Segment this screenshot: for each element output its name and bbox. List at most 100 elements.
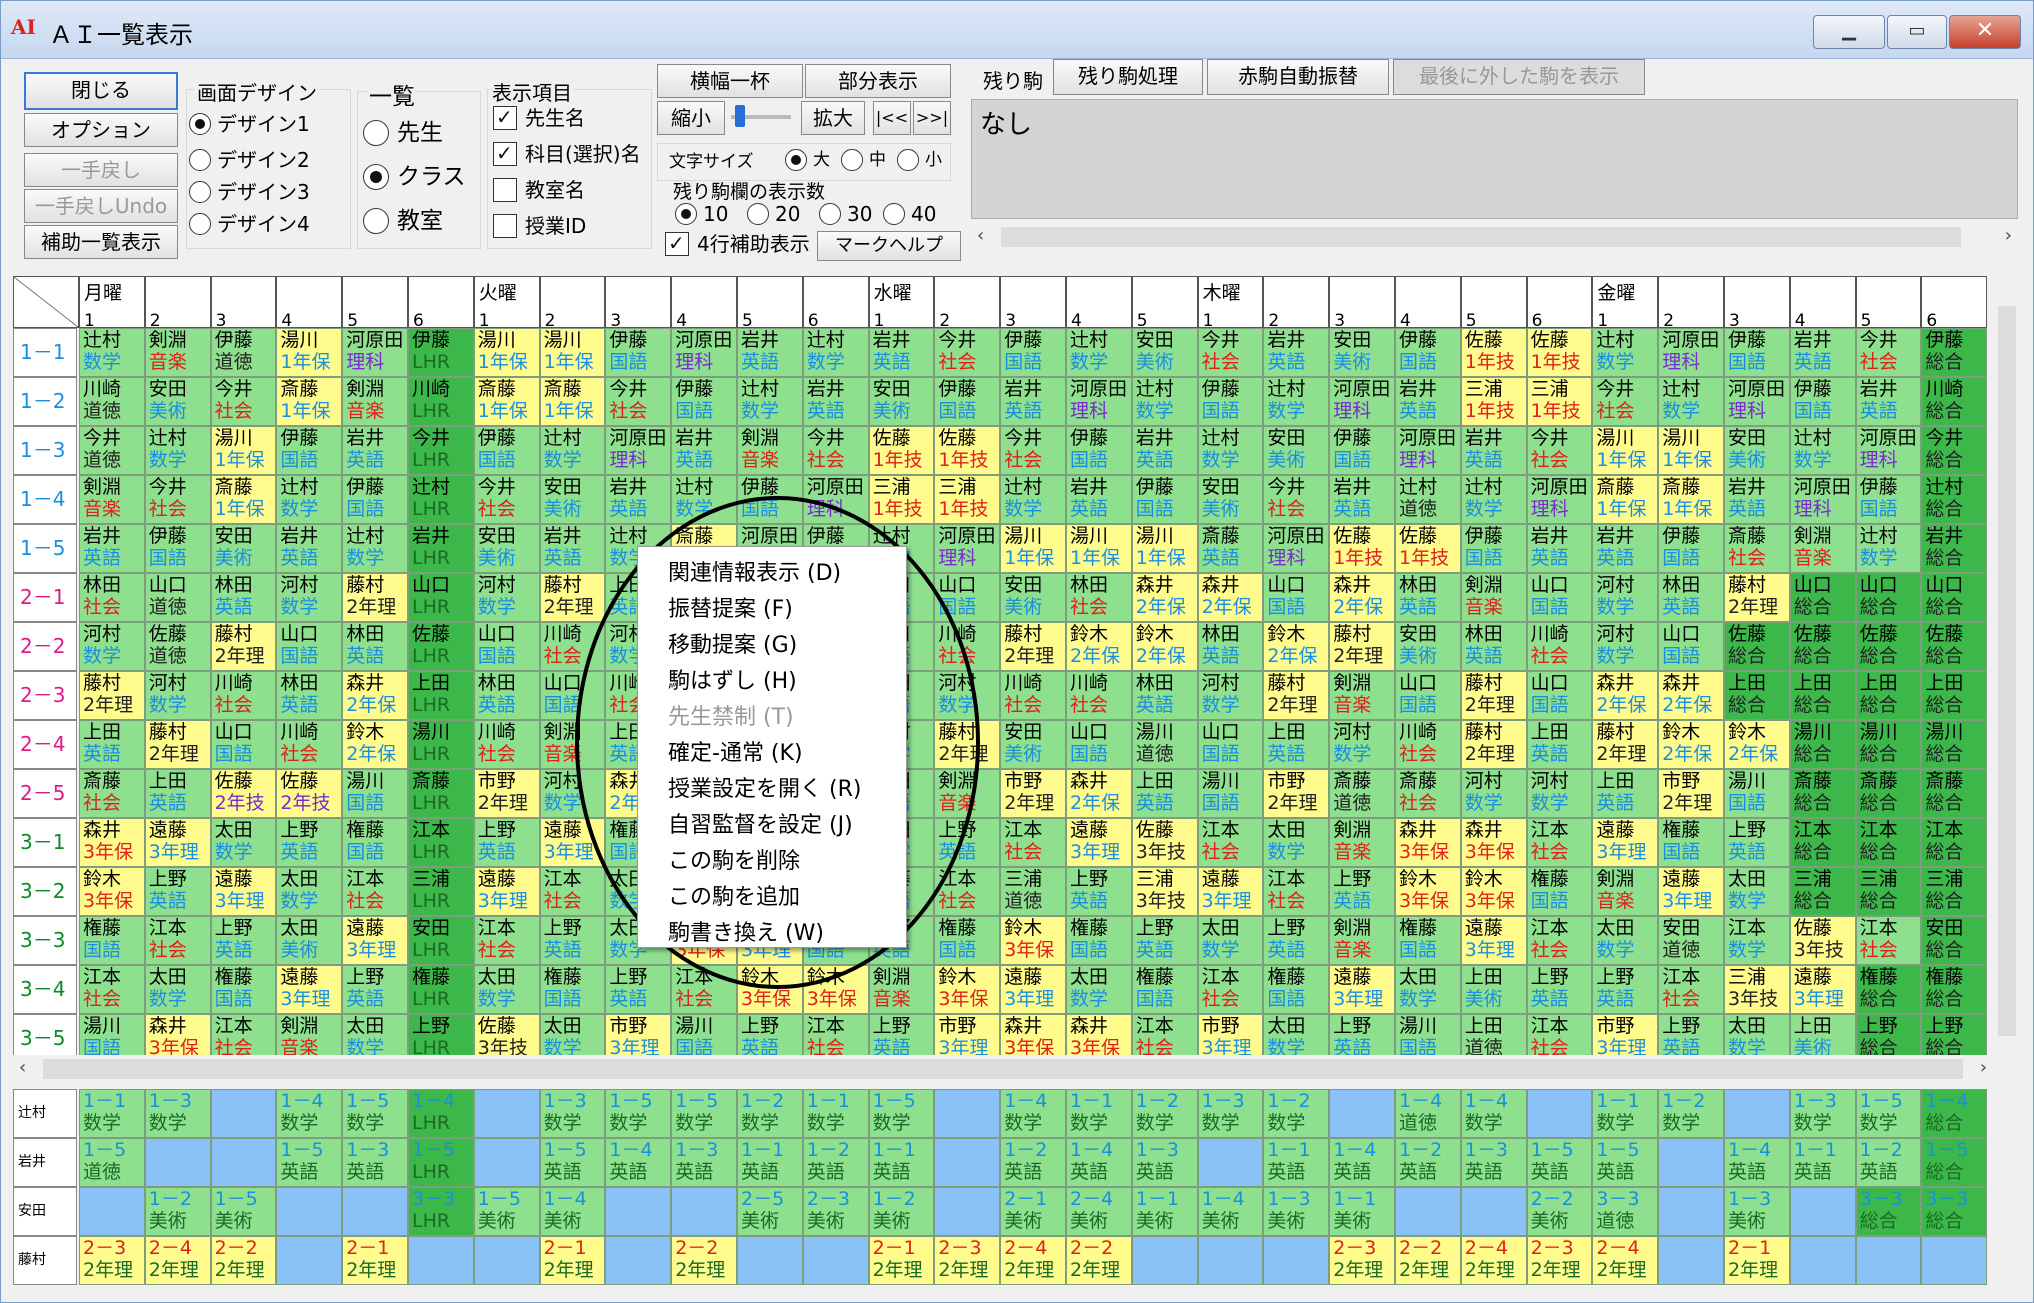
aux-cell[interactable]: 2－1 2年理: [1724, 1236, 1790, 1285]
timetable-cell[interactable]: 江本社会: [1197, 818, 1264, 867]
timetable-cell[interactable]: 斎藤 総合: [1921, 769, 1988, 818]
timetable-cell[interactable]: 川崎 社会: [1526, 622, 1593, 671]
timetable-cell[interactable]: 河村数学: [1329, 720, 1395, 769]
timetable-cell[interactable]: 江本社会: [1263, 867, 1330, 916]
timetable-cell[interactable]: 岩井 英語: [737, 328, 803, 377]
timetable-cell[interactable]: 斎藤 道徳: [1329, 769, 1395, 818]
timetable-cell[interactable]: 今井 社会: [144, 475, 211, 524]
timetable-cell[interactable]: 今井 社会: [1197, 328, 1264, 377]
aux-cell[interactable]: 2－2 2年理: [671, 1236, 737, 1285]
timetable-cell[interactable]: 河村数学: [1526, 769, 1593, 818]
timetable-cell[interactable]: 河原田理科: [1263, 524, 1330, 573]
timetable-cell[interactable]: 岩井 英語: [1789, 328, 1856, 377]
timetable-cell[interactable]: 伊藤国語: [342, 475, 408, 524]
aux-cell[interactable]: [79, 1187, 145, 1236]
aux-cell[interactable]: 1－1 数学: [802, 1089, 869, 1138]
timetable-cell[interactable]: 江本社会: [539, 867, 606, 916]
timetable-cell[interactable]: 遠藤3年理: [1460, 916, 1527, 965]
timetable-cell[interactable]: 安田 美術: [1000, 720, 1066, 769]
timetable-cell[interactable]: 林田英語: [1395, 573, 1461, 622]
timetable-cell[interactable]: 山口国語: [1066, 720, 1132, 769]
aux-cell[interactable]: 1－1 美術: [1131, 1187, 1198, 1236]
timetable-cell[interactable]: 辻村数学: [1855, 524, 1922, 573]
timetable-cell[interactable]: 遠藤3年理: [1066, 818, 1132, 867]
timetable-cell[interactable]: 太田数学: [1263, 818, 1330, 867]
font-size-large[interactable]: 大: [785, 147, 830, 173]
timetable-cell[interactable]: 剣淵 音楽: [1592, 867, 1659, 916]
timetable-cell[interactable]: 辻村 LHR: [408, 475, 474, 524]
timetable-cell[interactable]: 森井2年保: [1066, 769, 1132, 818]
timetable-cell[interactable]: 佐藤 2年技: [210, 769, 277, 818]
timetable-cell[interactable]: 安田 美術: [1395, 622, 1461, 671]
timetable-cell[interactable]: 辻村数学: [802, 328, 869, 377]
timetable-cell[interactable]: 斎藤1年保: [1592, 475, 1659, 524]
timetable-cell[interactable]: 権藤国語: [1526, 867, 1593, 916]
aux-cell[interactable]: 1－3 数学: [539, 1089, 606, 1138]
timetable-cell[interactable]: 今井 社会: [1000, 426, 1066, 475]
timetable-cell[interactable]: 権藤国語: [539, 965, 606, 1014]
timetable-cell[interactable]: 湯川 1年保: [1000, 524, 1066, 573]
timetable-cell[interactable]: 林田英語: [1460, 622, 1527, 671]
timetable-cell[interactable]: 斎藤 社会: [1724, 524, 1790, 573]
aux-cell[interactable]: 1－1 英語: [737, 1138, 803, 1187]
aux-cell[interactable]: [1197, 1138, 1264, 1187]
timetable-cell[interactable]: 森井2年保: [342, 671, 408, 720]
timetable-cell[interactable]: 岩井 英語: [605, 475, 672, 524]
timetable-cell[interactable]: 安田 美術: [1263, 426, 1330, 475]
aux-cell[interactable]: 3－3 LHR: [408, 1187, 474, 1236]
timetable-cell[interactable]: 江本社会: [79, 965, 145, 1014]
timetable-cell[interactable]: 伊藤国語: [1329, 426, 1395, 475]
show-lesson-id-checkbox[interactable]: 授業ID: [493, 213, 586, 239]
context-menu-item[interactable]: 駒書き換え (W): [668, 915, 824, 947]
timetable-cell[interactable]: 鈴木 2年保: [342, 720, 408, 769]
aux-cell[interactable]: 2－2 2年理: [210, 1236, 277, 1285]
timetable-cell[interactable]: 伊藤国語: [1724, 328, 1790, 377]
undo-button[interactable]: 一手戻し: [24, 153, 178, 187]
timetable-cell[interactable]: 岩井 英語: [1526, 524, 1593, 573]
timetable-cell[interactable]: 江本 LHR: [408, 818, 474, 867]
aux-cell[interactable]: 1－2 数学: [737, 1089, 803, 1138]
expand-button[interactable]: 拡大: [801, 101, 865, 135]
timetable-cell[interactable]: 辻村数学: [539, 426, 606, 475]
timetable-cell[interactable]: 伊藤国語: [1131, 475, 1198, 524]
timetable-cell[interactable]: 江本社会: [342, 867, 408, 916]
timetable-cell[interactable]: 上野英語: [276, 818, 343, 867]
timetable-cell[interactable]: 鈴木3年保: [737, 965, 803, 1014]
timetable-cell[interactable]: 上野英語: [144, 867, 211, 916]
timetable-cell[interactable]: 河原田理科: [1855, 426, 1922, 475]
aux-cell[interactable]: 1－1 英語: [868, 1138, 935, 1187]
timetable-cell[interactable]: 斎藤1年保: [539, 377, 606, 426]
timetable-cell[interactable]: 市野 2年理: [473, 769, 540, 818]
aux-cell[interactable]: 1－1 英語: [1789, 1138, 1856, 1187]
context-menu-item[interactable]: 確定-通常 (K): [668, 735, 803, 767]
timetable-cell[interactable]: 山口国語: [210, 720, 277, 769]
aux-cell[interactable]: [144, 1138, 211, 1187]
timetable-cell[interactable]: 山口国語: [1526, 671, 1593, 720]
aux-cell[interactable]: 1－5 英語: [539, 1138, 606, 1187]
timetable-cell[interactable]: 岩井 英語: [1395, 377, 1461, 426]
timetable-cell[interactable]: 藤村2年理: [79, 671, 145, 720]
timetable-cell[interactable]: 林田英語: [1658, 573, 1724, 622]
timetable-cell[interactable]: 河原田理科: [1789, 475, 1856, 524]
timetable-cell[interactable]: 斎藤 総合: [1789, 769, 1856, 818]
aux-cell[interactable]: [342, 1187, 408, 1236]
aux-cell[interactable]: [276, 1236, 343, 1285]
timetable-cell[interactable]: 斎藤 社会: [79, 769, 145, 818]
timetable-cell[interactable]: 剣淵 音楽: [737, 426, 803, 475]
timetable-cell[interactable]: 佐藤 総合: [1855, 622, 1922, 671]
timetable-cell[interactable]: 上野英語: [934, 818, 1001, 867]
timetable-cell[interactable]: 佐藤 1年技: [1395, 524, 1461, 573]
timetable-cell[interactable]: 湯川 道徳: [1131, 720, 1198, 769]
timetable-cell[interactable]: 安田 美術: [1131, 328, 1198, 377]
timetable-cell[interactable]: 三浦 1年技: [1460, 377, 1527, 426]
remain-count-30[interactable]: 30: [819, 201, 872, 227]
timetable-cell[interactable]: 森井2年保: [1131, 573, 1198, 622]
timetable-cell[interactable]: 藤村2年理: [1460, 720, 1527, 769]
timetable-cell[interactable]: 河村数学: [934, 671, 1001, 720]
timetable-cell[interactable]: 上野英語: [342, 965, 408, 1014]
show-teacher-checkbox[interactable]: 先生名: [493, 104, 585, 131]
aux-cell[interactable]: [1263, 1236, 1330, 1285]
timetable-cell[interactable]: 佐藤 3年技: [1789, 916, 1856, 965]
aux-cell[interactable]: [473, 1089, 540, 1138]
timetable-cell[interactable]: 今井 道徳: [79, 426, 145, 475]
